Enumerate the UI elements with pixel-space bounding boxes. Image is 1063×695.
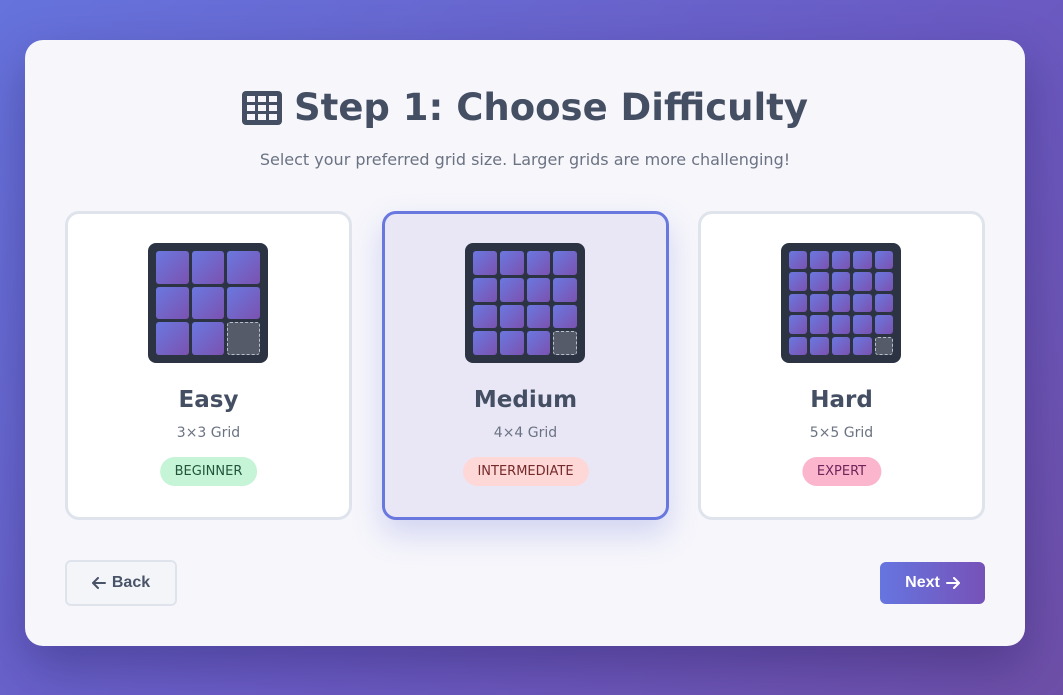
puzzle-tile xyxy=(473,251,497,275)
puzzle-tile xyxy=(874,315,893,334)
arrow-left-icon xyxy=(91,577,106,589)
puzzle-tile xyxy=(191,251,225,284)
puzzle-tile xyxy=(227,251,260,284)
puzzle-tile xyxy=(853,336,872,355)
puzzle-tile xyxy=(499,304,524,329)
puzzle-tile xyxy=(156,322,189,355)
puzzle-tile xyxy=(227,286,260,320)
empty-tile xyxy=(553,331,577,355)
puzzle-tile xyxy=(526,251,551,275)
back-button[interactable]: Back xyxy=(65,560,177,606)
puzzle-tile xyxy=(810,272,829,291)
difficulty-option-medium[interactable]: Medium 4×4 Grid INTERMEDIATE xyxy=(382,211,669,520)
option-name: Easy xyxy=(178,387,239,413)
back-button-label: Back xyxy=(111,574,151,591)
puzzle-tile xyxy=(499,277,524,302)
puzzle-tile xyxy=(191,286,225,320)
puzzle-tile xyxy=(526,304,551,329)
puzzle-tile xyxy=(874,251,893,270)
puzzle-tile xyxy=(831,293,851,313)
puzzle-tile xyxy=(831,336,851,355)
next-button[interactable]: Next xyxy=(880,562,985,604)
option-name: Hard xyxy=(810,387,873,413)
grid-preview-5x5 xyxy=(781,243,901,363)
option-grid-size: 5×5 Grid xyxy=(809,425,874,441)
page-title-text: Step 1: Choose Difficulty xyxy=(294,86,808,129)
puzzle-tile xyxy=(853,293,872,313)
puzzle-tile xyxy=(473,304,497,329)
puzzle-tile xyxy=(810,315,829,334)
puzzle-tile xyxy=(810,336,829,355)
difficulty-option-hard[interactable]: Hard 5×5 Grid EXPERT xyxy=(698,211,985,520)
puzzle-tile xyxy=(853,272,872,291)
puzzle-tile xyxy=(526,277,551,302)
puzzle-tile xyxy=(810,293,829,313)
page-subtitle: Select your preferred grid size. Larger … xyxy=(259,150,791,169)
puzzle-tile xyxy=(789,293,808,313)
puzzle-tile xyxy=(789,336,808,355)
puzzle-tile xyxy=(156,286,189,320)
puzzle-tile xyxy=(874,293,893,313)
puzzle-tile xyxy=(810,251,829,270)
arrow-right-icon xyxy=(945,577,960,589)
difficulty-badge: BEGINNER xyxy=(159,457,258,486)
puzzle-tile xyxy=(831,315,851,334)
difficulty-badge: EXPERT xyxy=(801,457,882,486)
grid-preview-4x4 xyxy=(465,243,585,363)
puzzle-tile xyxy=(831,272,851,291)
empty-tile xyxy=(227,322,260,355)
next-button-label: Next xyxy=(905,574,940,591)
page-title: Step 1: Choose Difficulty xyxy=(25,86,1025,129)
puzzle-tile xyxy=(156,251,189,284)
grid-icon xyxy=(242,90,282,125)
puzzle-tile xyxy=(553,304,577,329)
option-name: Medium xyxy=(473,387,578,413)
puzzle-tile xyxy=(499,331,524,355)
empty-tile xyxy=(874,336,893,355)
option-grid-size: 4×4 Grid xyxy=(493,425,558,441)
option-grid-size: 3×3 Grid xyxy=(176,425,241,441)
puzzle-tile xyxy=(831,251,851,270)
grid-preview-3x3 xyxy=(148,243,268,363)
puzzle-tile xyxy=(526,331,551,355)
puzzle-tile xyxy=(553,251,577,275)
puzzle-tile xyxy=(553,277,577,302)
puzzle-tile xyxy=(874,272,893,291)
puzzle-tile xyxy=(853,315,872,334)
wizard-card: Step 1: Choose Difficulty Select your pr… xyxy=(25,40,1025,646)
puzzle-tile xyxy=(789,315,808,334)
puzzle-tile xyxy=(789,251,808,270)
puzzle-tile xyxy=(499,251,524,275)
puzzle-tile xyxy=(853,251,872,270)
puzzle-tile xyxy=(789,272,808,291)
puzzle-tile xyxy=(473,277,497,302)
difficulty-option-easy[interactable]: Easy 3×3 Grid BEGINNER xyxy=(65,211,352,520)
puzzle-tile xyxy=(191,322,225,355)
puzzle-tile xyxy=(473,331,497,355)
difficulty-badge: INTERMEDIATE xyxy=(462,457,589,486)
